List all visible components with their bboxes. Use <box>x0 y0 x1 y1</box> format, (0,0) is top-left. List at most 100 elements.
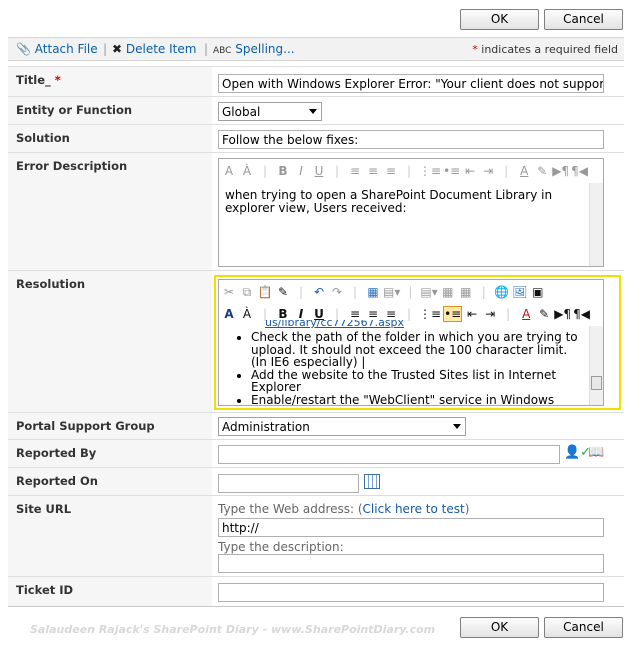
increase-indent-icon[interactable]: ⇥ <box>482 307 498 321</box>
font-size-icon[interactable]: À <box>239 307 255 321</box>
reported-on-date-input[interactable] <box>218 474 359 493</box>
entity-row: Global <box>212 96 624 124</box>
insert-table-icon[interactable]: ▦ <box>365 285 381 299</box>
error-scrollbar[interactable] <box>589 183 603 266</box>
cancel-button-bottom[interactable]: Cancel <box>544 617 623 638</box>
error-rich-text-editor[interactable]: A À | B I U | ≡ ≡ ≡ | ⋮≡ •≡ ⇤ ⇥ | A ✎ ▶… <box>218 158 604 267</box>
italic-icon[interactable]: I <box>293 307 309 321</box>
site-url-label: Site URL <box>8 495 212 576</box>
portal-support-row: Administration <box>212 412 624 439</box>
ticket-id-input[interactable] <box>218 583 604 602</box>
resolution-partial-link[interactable]: us/library/cc772567.aspx <box>265 320 404 328</box>
chevron-down-icon <box>453 424 461 429</box>
align-right-icon[interactable]: ≡ <box>383 307 399 321</box>
required-field-note: * indicates a required field <box>472 43 618 56</box>
delete-x-icon: ✖ <box>112 42 123 56</box>
toolbar-divider: | <box>406 164 412 178</box>
highlight-icon[interactable]: ✎ <box>534 164 550 178</box>
cut-icon[interactable]: ✂ <box>221 285 237 299</box>
site-url-row: Type the Web address: (Click here to tes… <box>212 495 624 576</box>
text-color-icon[interactable]: A <box>516 164 532 178</box>
decrease-indent-icon[interactable]: ⇤ <box>462 164 478 178</box>
reported-by-row: 👤✓ 📖 <box>212 439 624 467</box>
rtl-icon[interactable]: ¶◀ <box>571 164 588 178</box>
table-split-icon[interactable]: ▦ <box>458 285 474 299</box>
bulleted-list-icon[interactable]: •≡ <box>443 306 463 322</box>
insert-image-icon[interactable]: 🖼 <box>512 285 528 299</box>
chevron-down-icon <box>309 109 317 114</box>
ok-button-top[interactable]: OK <box>460 9 539 30</box>
toolbar-divider: | <box>408 285 413 299</box>
undo-icon[interactable]: ↶ <box>311 285 327 299</box>
hyperlink-icon[interactable]: 🌐 <box>494 285 510 299</box>
bulleted-list-icon[interactable]: •≡ <box>443 164 460 178</box>
table-cell-icon[interactable]: ▦ <box>440 285 456 299</box>
portal-support-select[interactable]: Administration <box>218 417 466 436</box>
bold-icon[interactable]: B <box>275 307 291 321</box>
italic-icon[interactable]: I <box>293 164 309 178</box>
cancel-button-top[interactable]: Cancel <box>544 9 623 30</box>
increase-indent-icon[interactable]: ⇥ <box>480 164 496 178</box>
list-item: Check the path of the folder in which yo… <box>251 331 583 369</box>
resolution-label: Resolution <box>8 270 212 412</box>
toolbar-divider: | <box>298 285 304 299</box>
highlight-icon[interactable]: ✎ <box>536 307 552 321</box>
toolbar-divider: | <box>504 164 509 178</box>
align-left-icon[interactable]: ≡ <box>347 307 363 321</box>
font-color-icon[interactable]: A <box>221 164 237 178</box>
resolution-scrollbar[interactable] <box>589 326 603 405</box>
error-format-toolbar: A À | B I U | ≡ ≡ ≡ | ⋮≡ •≡ ⇤ ⇥ | A ✎ ▶… <box>221 160 601 182</box>
description-hint: Type the description: <box>218 540 344 554</box>
redo-icon[interactable]: ↷ <box>329 285 345 299</box>
title-input[interactable]: Open with Windows Explorer Error: "Your … <box>218 74 604 93</box>
solution-input[interactable]: Follow the below fixes: <box>218 130 604 149</box>
ltr-icon[interactable]: ▶¶ <box>554 307 571 321</box>
address-book-icon[interactable]: 📖 <box>588 445 604 460</box>
text-color-icon[interactable]: A <box>518 307 534 321</box>
align-right-icon[interactable]: ≡ <box>383 164 399 178</box>
toolbar-divider: | <box>262 307 268 321</box>
toolbar-divider: | <box>262 164 268 178</box>
attach-file-link[interactable]: 📎 Attach File <box>16 42 98 56</box>
toolbar-divider: | <box>406 307 412 321</box>
list-item: Add the website to the Trusted Sites lis… <box>251 368 583 394</box>
table-row-icon[interactable]: ▤▾ <box>420 285 437 299</box>
spelling-link[interactable]: ABC Spelling... <box>213 42 295 56</box>
align-center-icon[interactable]: ≡ <box>365 164 381 178</box>
font-color-icon[interactable]: A <box>221 307 237 321</box>
table-properties-icon[interactable]: ▤▾ <box>383 285 400 299</box>
scrollbar-thumb[interactable] <box>591 376 602 390</box>
title-label: Title_ * <box>8 66 212 96</box>
toolbar-divider: | <box>334 307 340 321</box>
ticket-id-row <box>212 576 624 606</box>
decrease-indent-icon[interactable]: ⇤ <box>464 307 480 321</box>
toolbar-divider: | <box>481 285 486 299</box>
resolution-edit-toolbar: ✂ ⧉ 📋 ✎ | ↶ ↷ | ▦ ▤▾ | ▤▾ ▦ ▦ | 🌐 🖼 ▣ <box>221 281 601 303</box>
align-left-icon[interactable]: ≡ <box>347 164 363 178</box>
toolbar-divider: | <box>334 164 340 178</box>
click-here-to-test-link[interactable]: Click here to test <box>363 502 465 516</box>
reported-on-row <box>212 467 624 495</box>
calendar-icon[interactable] <box>364 474 380 489</box>
font-size-icon[interactable]: À <box>239 164 255 178</box>
numbered-list-icon[interactable]: ⋮≡ <box>419 164 441 178</box>
html-source-icon[interactable]: ▣ <box>530 285 546 299</box>
underline-icon[interactable]: U <box>311 307 327 321</box>
entity-select[interactable]: Global <box>218 102 322 121</box>
paste-icon[interactable]: 📋 <box>257 285 273 299</box>
underline-icon[interactable]: U <box>311 164 327 178</box>
site-url-description-input[interactable] <box>218 554 604 573</box>
delete-item-link[interactable]: ✖ Delete Item <box>112 42 196 56</box>
toolbar-divider: | <box>506 307 511 321</box>
align-center-icon[interactable]: ≡ <box>365 307 381 321</box>
numbered-list-icon[interactable]: ⋮≡ <box>419 307 441 321</box>
ok-button-bottom[interactable]: OK <box>460 617 539 638</box>
reported-by-input[interactable] <box>218 445 560 464</box>
copy-icon[interactable]: ⧉ <box>239 285 255 300</box>
rtl-icon[interactable]: ¶◀ <box>573 307 590 321</box>
toolbar-divider: | <box>103 42 108 56</box>
ltr-icon[interactable]: ▶¶ <box>552 164 569 178</box>
format-painter-icon[interactable]: ✎ <box>275 285 291 299</box>
bold-icon[interactable]: B <box>275 164 291 178</box>
site-url-address-input[interactable]: http:// <box>218 518 604 537</box>
